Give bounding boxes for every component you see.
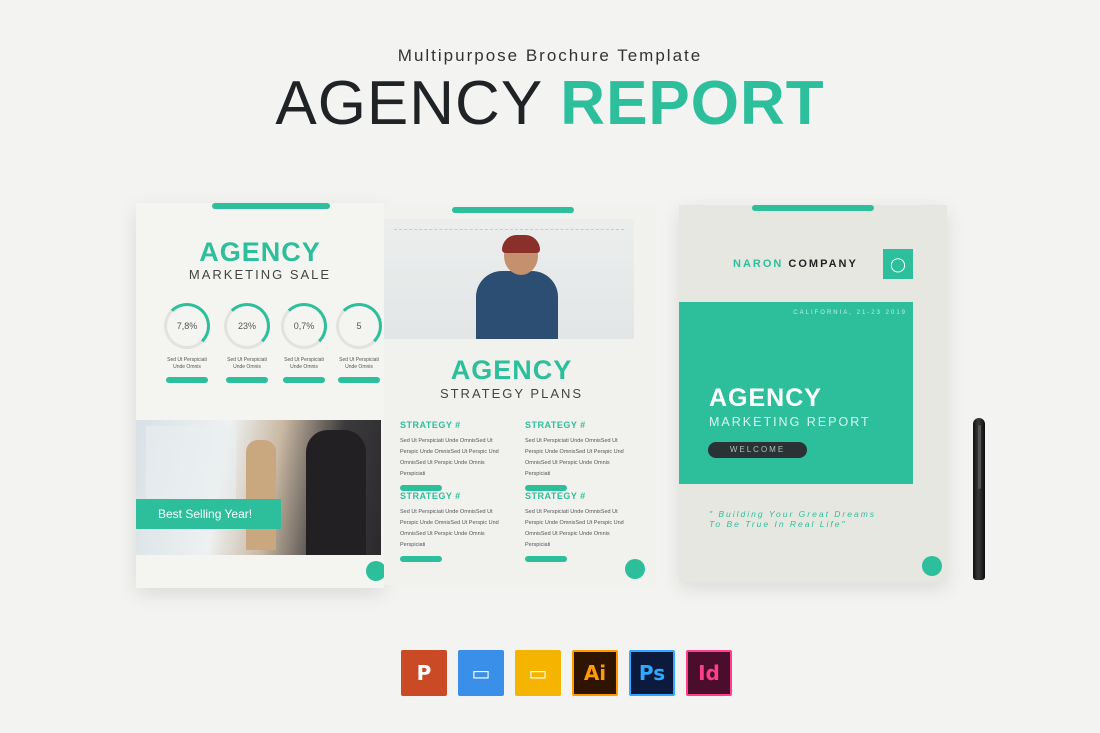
whiteboard <box>146 426 236 506</box>
brochure-cover-page: NARON COMPANY ◯ CALIFORNIA, 21-23 2019 A… <box>679 205 947 582</box>
progress-ring: 23% <box>224 303 270 349</box>
left-heading: AGENCY <box>199 237 321 267</box>
progress-ring: 0,7% <box>281 303 327 349</box>
company-name-part-1: NARON <box>733 258 784 270</box>
stat-label: Sed Ut Perspiciati Unde Omnis <box>284 357 324 370</box>
progress-ring: 7,8% <box>164 303 210 349</box>
google-slides-icon: ▭ <box>515 650 561 696</box>
illustrator-icon: Ai <box>572 650 618 696</box>
strategy-title: STRATEGY # <box>400 420 461 430</box>
page-tab <box>212 203 330 209</box>
stat-pill <box>226 377 268 383</box>
cover-quote: " Building Your Great Dreams To Be True … <box>709 509 876 529</box>
strategy-block: STRATEGY # Sed Ut Perspiciati Unde Omnis… <box>525 491 635 562</box>
person-body <box>476 271 558 339</box>
strategy-block: STRATEGY # Sed Ut Perspiciati Unde Omnis… <box>400 491 510 562</box>
cover-heading: AGENCY <box>709 384 822 412</box>
stat-pill <box>338 377 380 383</box>
brochure-page-middle: AGENCY STRATEGY PLANS STRATEGY # Sed Ut … <box>384 205 656 585</box>
person-hat <box>502 235 540 253</box>
strategy-text: Sed Ut Perspiciati Unde OmnisSed Ut Pers… <box>525 438 624 477</box>
stat-label: Sed Ut Perspiciati Unde Omnis <box>167 357 207 370</box>
person <box>306 430 366 555</box>
person <box>246 440 276 550</box>
stat-value: 5 <box>356 321 362 331</box>
stat-pill <box>166 377 208 383</box>
welcome-button[interactable]: WELCOME <box>708 442 807 458</box>
stat-pill <box>283 377 325 383</box>
app-icons-row: P ▭ ▭ Ai Ps Id <box>401 650 732 696</box>
strategy-title: STRATEGY # <box>525 491 586 501</box>
page-subtitle: Multipurpose Brochure Template <box>397 46 703 65</box>
page-tab <box>452 207 574 213</box>
stat-item: 7,8% Sed Ut Perspiciati Unde Omnis <box>162 303 212 383</box>
page-title: AGENCY REPORT <box>0 66 1100 142</box>
cover-subheading: MARKETING REPORT <box>709 415 871 429</box>
progress-ring: 5 <box>336 303 382 349</box>
title-part-2: REPORT <box>560 69 825 138</box>
quote-line-1: " Building Your Great Dreams <box>709 509 877 519</box>
strategy-title: STRATEGY # <box>400 491 461 501</box>
strategy-pill <box>525 556 567 562</box>
stat-label: Sed Ut Perspiciati Unde Omnis <box>339 357 379 370</box>
stat-value: 0,7% <box>293 321 315 331</box>
company-name-part-2: COMPANY <box>788 258 858 270</box>
strategy-text: Sed Ut Perspiciati Unde OmnisSed Ut Pers… <box>525 509 624 548</box>
quote-line-2: To Be True In Real Life" <box>709 519 847 529</box>
stat-value: 23% <box>237 321 256 331</box>
stat-item: 23% Sed Ut Perspiciati Unde Omnis <box>222 303 272 383</box>
strategy-pill <box>400 556 442 562</box>
stat-item: 0,7% Sed Ut Perspiciati Unde Omnis <box>279 303 329 383</box>
keynote-icon: ▭ <box>458 650 504 696</box>
stat-value: 7,8% <box>176 321 198 331</box>
middle-heading: AGENCY <box>450 355 573 385</box>
team-photo <box>136 420 381 555</box>
stat-label: Sed Ut Perspiciati Unde Omnis <box>227 357 267 370</box>
strategy-title: STRATEGY # <box>525 420 586 430</box>
strategy-block: STRATEGY # Sed Ut Perspiciati Unde Omnis… <box>400 420 510 491</box>
powerpoint-icon: P <box>401 650 447 696</box>
page-tab <box>752 205 874 211</box>
brochure-page-left: AGENCY MARKETING SALE 7,8% Sed Ut Perspi… <box>136 203 384 588</box>
middle-subheading: STRATEGY PLANS <box>439 386 584 401</box>
pen-clip <box>978 425 981 489</box>
page-dot <box>625 559 645 579</box>
page-dot <box>366 561 384 581</box>
lightbulb-icon: ◯ <box>883 249 913 279</box>
stat-item: 5 Sed Ut Perspiciati Unde Omnis <box>334 303 384 383</box>
strategy-block: STRATEGY # Sed Ut Perspiciati Unde Omnis… <box>525 420 635 491</box>
title-part-1: AGENCY <box>275 69 543 138</box>
company-name: NARON COMPANY <box>733 258 858 270</box>
left-subheading: MARKETING SALE <box>188 267 332 282</box>
photoshop-icon: Ps <box>629 650 675 696</box>
indesign-icon: Id <box>686 650 732 696</box>
cover-date: CALIFORNIA, 21-23 2019 <box>793 310 907 316</box>
strategy-text: Sed Ut Perspiciati Unde OmnisSed Ut Pers… <box>400 438 499 477</box>
strategy-photo <box>384 219 634 339</box>
cover-panel: CALIFORNIA, 21-23 2019 AGENCY MARKETING … <box>679 302 913 484</box>
strategy-text: Sed Ut Perspiciati Unde OmnisSed Ut Pers… <box>400 509 499 548</box>
best-selling-banner: Best Selling Year! <box>136 499 281 529</box>
page-dot <box>922 556 942 576</box>
